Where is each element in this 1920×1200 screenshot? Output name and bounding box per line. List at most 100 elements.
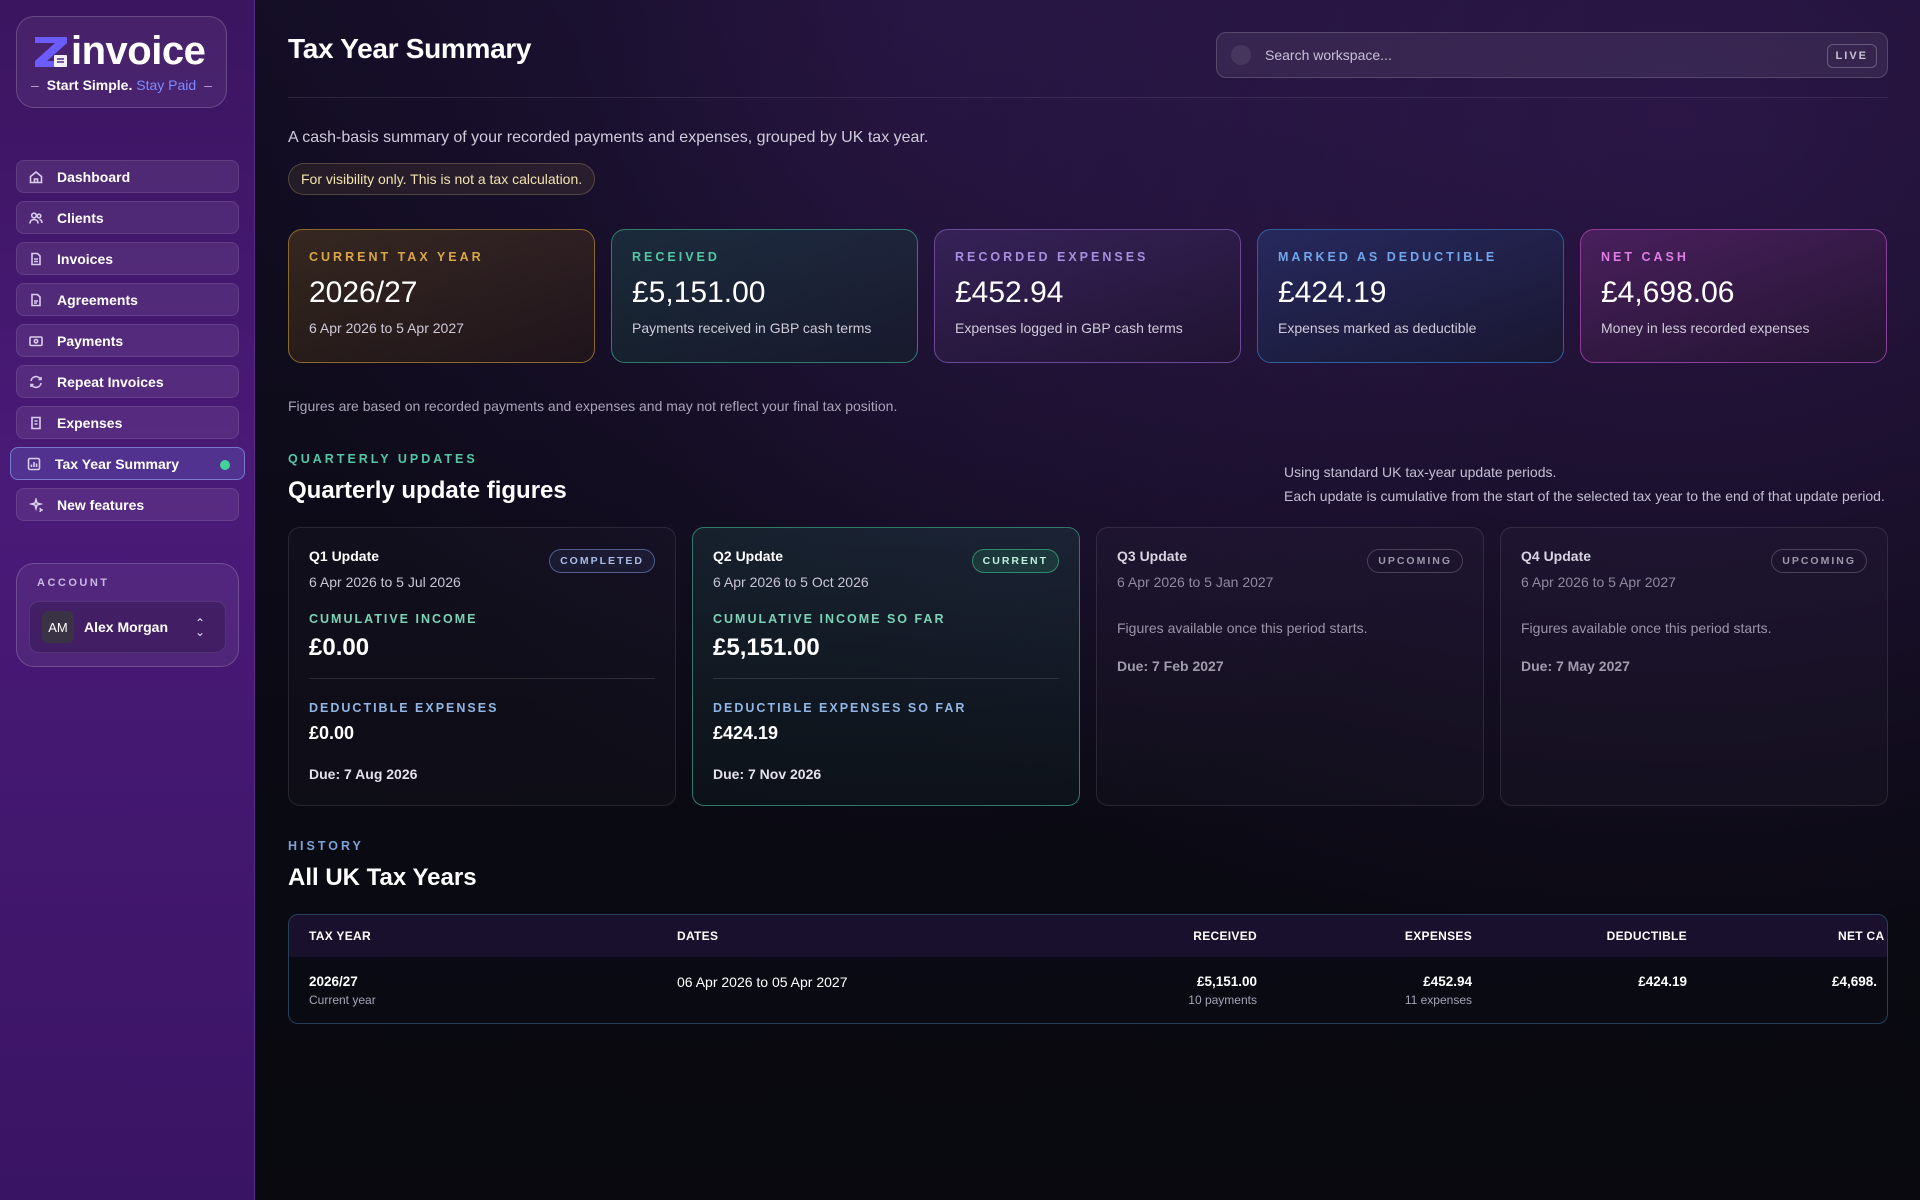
tagline-dash-left: – — [30, 77, 39, 93]
availability-text: Figures available once this period start… — [1117, 620, 1368, 636]
intro-text: A cash-basis summary of your recorded pa… — [288, 129, 929, 146]
header-divider — [288, 97, 1888, 98]
income-label: CUMULATIVE INCOME — [309, 612, 478, 626]
deductible-value: £424.19 — [713, 723, 779, 743]
income-value: £5,151.00 — [713, 634, 820, 661]
sidebar-item-label: Payments — [57, 332, 124, 349]
quarter-card-q3: Q3 Update 6 Apr 2026 to 5 Jan 2027 UPCOM… — [1096, 527, 1484, 806]
sidebar-item-label: Repeat Invoices — [57, 373, 164, 390]
quarterly-note-line: Each update is cumulative from the start… — [1284, 488, 1885, 504]
brand-logo: invoice — [33, 31, 206, 71]
search-input[interactable] — [1265, 47, 1805, 63]
chevron-up-down-icon: ⌃ ⌄ — [194, 616, 205, 639]
stat-card-current-tax-year: CURRENT TAX YEAR 2026/27 6 Apr 2026 to 5… — [288, 229, 595, 363]
stat-label: RECORDED EXPENSES — [955, 250, 1149, 264]
cell-tax-year-sub: Current year — [309, 993, 376, 1007]
sidebar-item-label: Invoices — [57, 250, 114, 267]
divider — [309, 678, 655, 679]
quarter-dates: 6 Apr 2026 to 5 Jan 2027 — [1117, 574, 1274, 590]
stat-value: £452.94 — [955, 276, 1064, 309]
sidebar-item-tax-year-summary[interactable]: Tax Year Summary — [10, 447, 245, 480]
sidebar-item-label: Dashboard — [57, 168, 131, 185]
quarterly-note: Using standard UK tax-year update period… — [1284, 460, 1888, 508]
main-content: Tax Year Summary LIVE A cash-basis summa… — [256, 0, 1920, 1200]
stat-sub: Expenses marked as deductible — [1278, 320, 1477, 336]
stat-card-received: RECEIVED £5,151.00 Payments received in … — [611, 229, 918, 363]
availability-text: Figures available once this period start… — [1521, 620, 1772, 636]
quarter-dates: 6 Apr 2026 to 5 Jul 2026 — [309, 574, 461, 590]
history-title: All UK Tax Years — [288, 864, 477, 891]
column-header-dates[interactable]: DATES — [677, 929, 718, 943]
sidebar-item-label: Clients — [57, 209, 104, 226]
cell-received-sub: 10 payments — [1188, 993, 1257, 1007]
tagline-accent: Stay Paid — [136, 77, 197, 93]
column-header-deductible[interactable]: DEDUCTIBLE — [1607, 929, 1687, 943]
tax-years-table: TAX YEAR DATES RECEIVED EXPENSES DEDUCTI… — [288, 914, 1888, 1024]
income-value: £0.00 — [309, 634, 370, 661]
stat-value: £4,698.06 — [1601, 276, 1735, 309]
stat-label: RECEIVED — [632, 250, 720, 264]
stat-label: MARKED AS DEDUCTIBLE — [1278, 250, 1498, 264]
sidebar-item-label: New features — [57, 496, 145, 513]
quarterly-title: Quarterly update figures — [288, 477, 567, 504]
file-icon — [31, 252, 41, 265]
live-badge: LIVE — [1826, 44, 1877, 68]
column-header-received[interactable]: RECEIVED — [1193, 929, 1257, 943]
sidebar-item-expenses[interactable]: Expenses — [16, 406, 239, 439]
stat-sub: Money in less recorded expenses — [1601, 320, 1810, 336]
receipt-icon — [31, 416, 41, 429]
quarterly-note-line: Using standard UK tax-year update period… — [1284, 464, 1557, 480]
figures-disclaimer: Figures are based on recorded payments a… — [288, 398, 898, 414]
card-icon — [29, 335, 43, 346]
cell-expenses-sub: 11 expenses — [1404, 993, 1472, 1007]
sidebar-item-repeat-invoices[interactable]: Repeat Invoices — [16, 365, 239, 398]
sidebar-item-clients[interactable]: Clients — [16, 201, 239, 234]
brand-tagline: – Start Simple. Stay Paid – — [17, 77, 226, 93]
stat-card-recorded-expenses: RECORDED EXPENSES £452.94 Expenses logge… — [934, 229, 1241, 363]
column-header-expenses[interactable]: EXPENSES — [1405, 929, 1472, 943]
cell-expenses: £452.94 — [1423, 974, 1472, 989]
page-title: Tax Year Summary — [288, 33, 532, 64]
table-header: TAX YEAR DATES RECEIVED EXPENSES DEDUCTI… — [289, 915, 1887, 957]
cell-received: £5,151.00 — [1196, 974, 1257, 989]
account-name: Alex Morgan — [84, 619, 169, 635]
tagline-strong: Start Simple. — [46, 77, 133, 93]
status-badge: UPCOMING — [1771, 549, 1867, 573]
column-header-tax-year[interactable]: TAX YEAR — [309, 929, 371, 943]
stat-card-net-cash: NET CASH £4,698.06 Money in less recorde… — [1580, 229, 1887, 363]
brand-card[interactable]: invoice – Start Simple. Stay Paid – — [16, 16, 227, 108]
stats-row: CURRENT TAX YEAR 2026/27 6 Apr 2026 to 5… — [288, 229, 1888, 363]
avatar: AM — [42, 611, 74, 643]
sidebar: invoice – Start Simple. Stay Paid – Dashbo… — [0, 0, 255, 1200]
status-badge: CURRENT — [971, 549, 1059, 573]
income-label: CUMULATIVE INCOME SO FAR — [713, 612, 946, 626]
stat-sub: Payments received in GBP cash terms — [632, 320, 872, 336]
column-header-net-cash[interactable]: NET CA — [1838, 929, 1884, 943]
stat-label: NET CASH — [1601, 250, 1689, 264]
stat-label: CURRENT TAX YEAR — [309, 250, 484, 264]
quarter-card-q1: Q1 Update 6 Apr 2026 to 5 Jul 2026 COMPL… — [288, 527, 676, 806]
due-date: Due: 7 Aug 2026 — [309, 766, 418, 782]
sidebar-item-new-features[interactable]: New features — [16, 488, 239, 521]
due-date: Due: 7 Feb 2027 — [1117, 658, 1224, 674]
cell-tax-year: 2026/27 — [309, 974, 358, 989]
account-switcher[interactable]: AM Alex Morgan ⌃ ⌄ — [29, 601, 226, 653]
status-badge: UPCOMING — [1367, 549, 1463, 573]
stat-value: £424.19 — [1278, 276, 1387, 309]
sidebar-item-invoices[interactable]: Invoices — [16, 242, 239, 275]
sidebar-item-label: Expenses — [57, 414, 123, 431]
stat-sub: Expenses logged in GBP cash terms — [955, 320, 1183, 336]
sidebar-nav: Dashboard Clients Invoices Agreements Pa… — [10, 160, 245, 529]
status-badge: COMPLETED — [549, 549, 655, 573]
users-icon — [29, 211, 43, 224]
sidebar-item-payments[interactable]: Payments — [16, 324, 239, 357]
sidebar-item-agreements[interactable]: Agreements — [16, 283, 239, 316]
sparkle-icon — [29, 497, 43, 512]
search-bar[interactable]: LIVE — [1216, 32, 1888, 78]
active-indicator-dot — [220, 460, 230, 470]
stat-value: £5,151.00 — [632, 276, 766, 309]
account-label: ACCOUNT — [37, 577, 110, 589]
deductible-label: DEDUCTIBLE EXPENSES — [309, 701, 499, 715]
stat-card-marked-deductible: MARKED AS DEDUCTIBLE £424.19 Expenses ma… — [1257, 229, 1564, 363]
sidebar-item-dashboard[interactable]: Dashboard — [16, 160, 239, 193]
